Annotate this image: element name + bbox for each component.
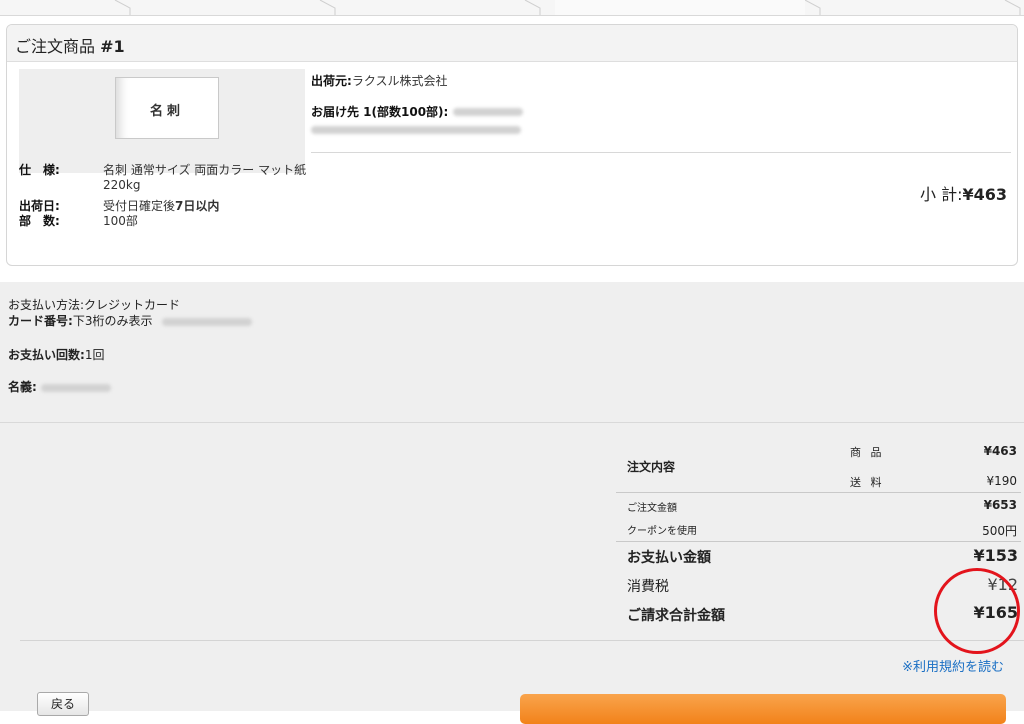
payment-amount: ¥153	[973, 546, 1018, 565]
product-thumbnail: 名刺	[115, 77, 219, 139]
payment-amount-label: お支払い金額	[627, 550, 711, 566]
section-divider	[20, 640, 1024, 641]
redacted-recipient-name	[453, 107, 524, 116]
order-item-title: ご注文商品 #1	[15, 37, 125, 56]
order-contents-label: 注文内容	[627, 460, 676, 474]
card-number: カード番号:下3桁のみ表示	[8, 312, 253, 329]
spec-row-ship-date: 出荷日:	[19, 199, 60, 213]
grand-total-label: ご請求合計金額	[627, 608, 725, 624]
order-item-header: ご注文商品 #1	[7, 25, 1017, 62]
coupon-label: クーポンを使用	[627, 526, 697, 537]
spec-row-spec: 仕 様:	[19, 163, 60, 177]
spec-value-ship-date: 受付日確定後7日以内	[103, 199, 220, 213]
totals-divider	[616, 541, 1021, 542]
payment-info-section: お支払い方法:クレジットカード カード番号:下3桁のみ表示 お支払い回数:1回 …	[0, 282, 1024, 423]
spec-row-quantity: 部 数:	[19, 214, 60, 228]
back-button[interactable]: 戻る	[37, 692, 89, 716]
order-amount-label: ご注文金額	[627, 503, 677, 514]
card-divider	[311, 152, 1011, 153]
tax-label: 消費税	[627, 579, 669, 595]
payment-method: お支払い方法:クレジットカード	[8, 298, 181, 312]
redacted-holder-name	[40, 383, 111, 392]
order-totals-section: 注文内容 商 品 ¥463 送 料 ¥190 ご注文金額 ¥653 クーポンを使…	[0, 423, 1024, 711]
card-holder-name: 名義:	[8, 378, 111, 395]
deliver-to-address	[311, 119, 521, 138]
terms-link[interactable]: ※利用規約を読む	[902, 656, 1004, 675]
product-label: 商 品	[850, 446, 885, 459]
totals-divider	[616, 492, 1021, 493]
shipping-amount: ¥190	[986, 474, 1017, 488]
spec-value-quantity: 100部	[103, 214, 138, 228]
redacted-card-digits	[162, 317, 253, 326]
annotation-circle	[934, 568, 1020, 654]
spec-value-spec: 名刺 通常サイズ 両面カラー マット紙 220kg	[103, 163, 307, 192]
confirm-order-button[interactable]	[520, 694, 1006, 724]
product-amount: ¥463	[983, 444, 1017, 458]
redacted-address	[311, 125, 521, 134]
deliver-to: お届け先 1(部数100部):	[311, 101, 524, 120]
subtotal: 小 計:¥463	[919, 185, 1007, 204]
order-item-card: ご注文商品 #1 名刺 仕 様: 名刺 通常サイズ 両面カラー マット紙 220…	[6, 24, 1018, 266]
shipping-label: 送 料	[850, 476, 885, 489]
order-amount: ¥653	[983, 498, 1017, 512]
payment-count: お支払い回数:1回	[8, 348, 105, 362]
product-thumbnail-label: 名刺	[149, 104, 184, 119]
checkout-step-bar	[0, 0, 1024, 16]
coupon-amount: 500円	[982, 524, 1017, 538]
ship-from: 出荷元:ラクスル株式会社	[311, 74, 448, 88]
